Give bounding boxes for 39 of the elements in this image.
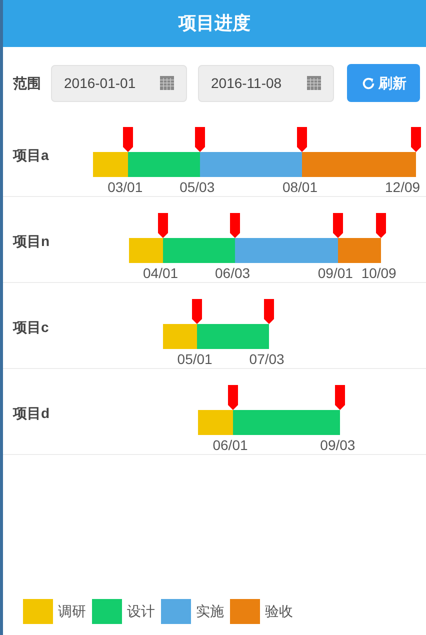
milestone-marker [264, 299, 274, 324]
project-name: 项目n [13, 232, 50, 251]
legend-label: 实施 [196, 602, 224, 620]
milestone-marker [122, 127, 133, 152]
legend-label: 验收 [265, 602, 293, 620]
page-title: 项目进度 [178, 12, 250, 35]
project-name: 项目d [13, 404, 50, 423]
date-label: 03/01 [108, 179, 143, 195]
date-label: 06/03 [215, 265, 250, 281]
milestone-marker [228, 385, 238, 410]
date-label: 05/03 [180, 179, 215, 195]
calendar-icon [307, 76, 321, 90]
milestone-marker [192, 299, 202, 324]
date-label: 04/01 [143, 265, 178, 281]
date-label: 07/03 [249, 351, 284, 367]
milestone-marker [332, 213, 343, 238]
refresh-icon [360, 76, 376, 90]
date-label: 12/09 [385, 179, 420, 195]
calendar-icon [160, 76, 174, 90]
milestone-marker [376, 213, 386, 238]
legend-label: 设计 [127, 602, 155, 620]
milestone-marker [410, 127, 421, 152]
date-label: 09/01 [318, 265, 353, 281]
start-date-field[interactable]: 2016-01-01 [51, 64, 187, 102]
milestone-marker [158, 213, 168, 238]
legend-label: 调研 [58, 602, 86, 620]
date-label: 10/09 [361, 265, 396, 281]
date-label: 08/01 [282, 179, 318, 195]
date-label: 06/01 [212, 437, 248, 453]
milestone-marker [194, 127, 205, 152]
end-date-field[interactable]: 2016-11-08 [198, 64, 334, 102]
milestone-marker [230, 213, 240, 238]
milestone-marker [297, 127, 308, 152]
range-label: 范围 [13, 74, 42, 92]
project-name: 项目c [13, 318, 49, 337]
date-label: 09/03 [320, 437, 356, 453]
milestone-marker [335, 385, 346, 410]
project-name: 项目a [13, 146, 49, 165]
date-label: 05/01 [177, 351, 212, 367]
